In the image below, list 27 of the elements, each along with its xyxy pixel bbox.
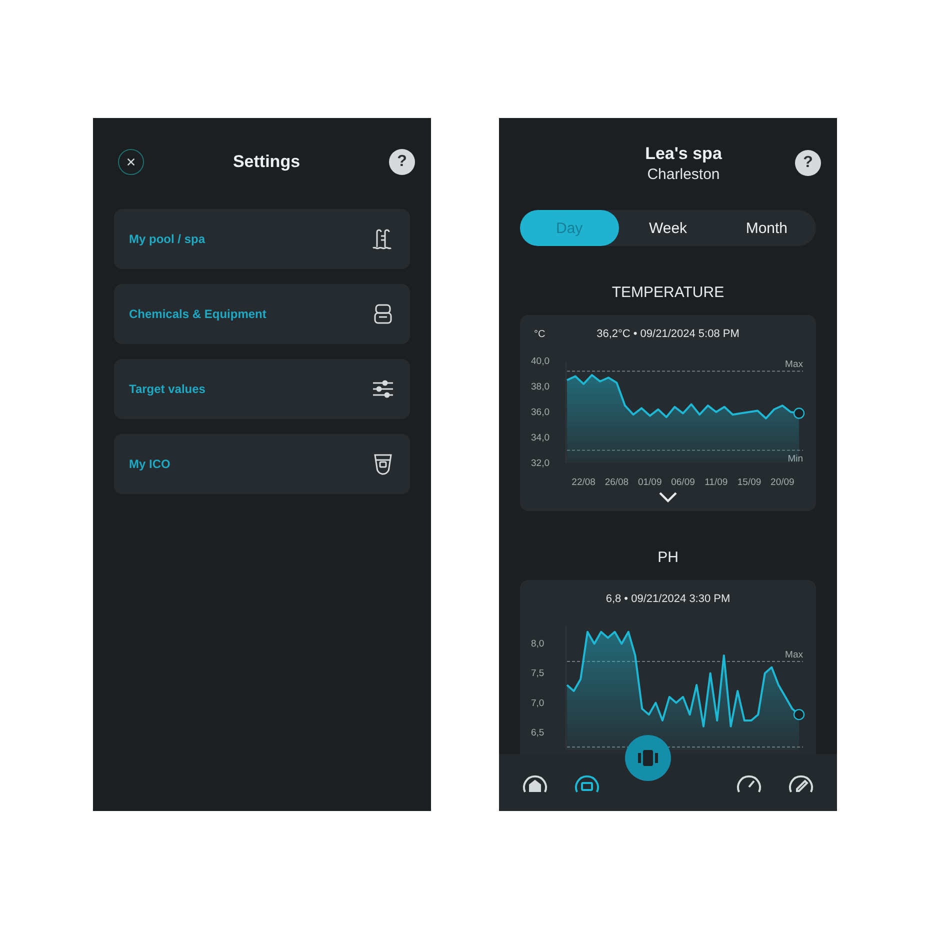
axis-label: 32,0 [531, 458, 550, 469]
chart-reading: 36,2°C • 09/21/2024 5:08 PM [596, 328, 740, 340]
axis-label: 34,0 [531, 432, 550, 444]
axis-label: 06/09 [671, 477, 695, 488]
axis-label: 20/09 [770, 477, 794, 488]
spa-name: Lea's spa [645, 144, 722, 164]
limit-label: Min [788, 453, 803, 464]
axis-label: 26/08 [604, 477, 629, 488]
section-title: TEMPERATURE [610, 284, 726, 301]
axis-label: 01/09 [638, 477, 662, 488]
axis-label: 7,0 [531, 698, 544, 709]
axis-label: 8,0 [531, 638, 544, 650]
unit-label: °C [534, 328, 546, 340]
axis-label: 40,0 [531, 356, 550, 367]
axis-label: 36,0 [531, 407, 550, 418]
axis-label: 15/09 [737, 477, 762, 488]
limit-label: Max [785, 649, 803, 660]
axis-label: 11/09 [704, 477, 728, 488]
axis-label: 22/08 [572, 477, 596, 488]
chart-reading: 6,8 • 09/21/2024 3:30 PM [606, 593, 730, 605]
section-title: PH [656, 549, 680, 566]
axis-label: 6,5 [531, 727, 544, 738]
spa-location: Charleston [647, 166, 720, 182]
axis-label: 38,0 [531, 382, 550, 392]
axis-label: 7,5 [531, 668, 544, 680]
screen-title: Settings [232, 152, 300, 172]
limit-label: Max [785, 359, 803, 370]
